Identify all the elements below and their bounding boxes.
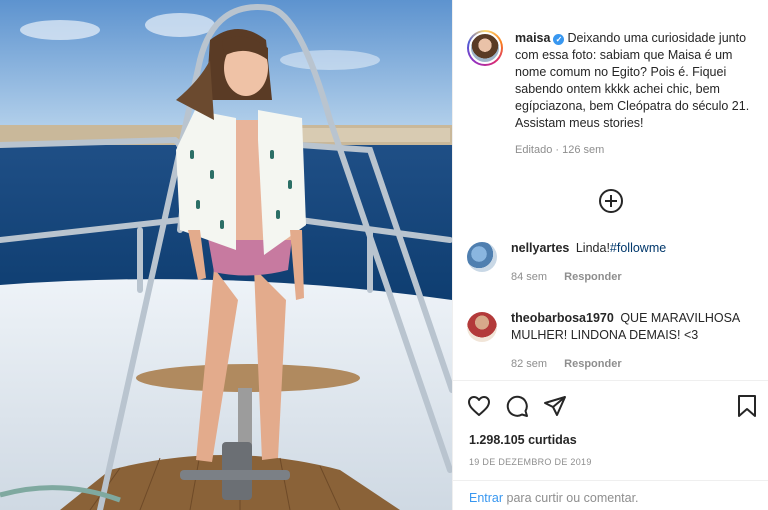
load-more-comments-button[interactable] [599,189,623,213]
like-heart-icon[interactable] [467,394,491,418]
comment-avatar[interactable] [467,312,497,342]
save-bookmark-icon[interactable] [735,394,759,418]
login-link[interactable]: Entrar [469,491,503,505]
divider [453,480,768,481]
login-prompt-text: para curtir ou comentar. [503,491,639,505]
caption-text: Deixando uma curiosidade junto com essa … [515,31,750,130]
reply-button[interactable]: Responder [564,358,621,370]
comment-actions: 84 sem Responder [511,269,666,286]
post-date: 19 DE DEZEMBRO DE 2019 [469,457,592,467]
post-side-panel: maisa ✓ Deixando uma curiosidade junto com… [452,0,768,510]
verified-badge-icon: ✓ [553,34,565,45]
comment-text: nellyartes Linda!#followme [511,240,666,257]
plus-icon [605,195,617,207]
comment-item: theobarbosa1970 QUE MARAVILHOSA MULHER! … [467,310,759,373]
comment-text: theobarbosa1970 QUE MARAVILHOSA MULHER! … [511,310,751,344]
comment-time: 84 sem [511,271,548,283]
login-prompt: Entrar para curtir ou comentar. [469,491,639,505]
comment-actions: 82 sem Responder [511,356,751,373]
comment-body: Linda! [575,241,610,255]
caption-text-block: maisa ✓ Deixando uma curiosidade junto com… [515,30,759,159]
post-caption: maisa ✓ Deixando uma curiosidade junto com… [467,30,759,159]
avatar[interactable] [467,30,503,66]
comment-time: 82 sem [511,358,548,370]
reply-button[interactable]: Responder [564,271,621,283]
boat-photo-illustration [0,0,452,510]
comment-bubble-icon[interactable] [505,394,529,418]
comment-hashtag[interactable]: #followme [610,241,666,255]
likes-count[interactable]: 1.298.105 curtidas [469,433,577,447]
post-photo[interactable] [0,0,452,510]
comment-item: nellyartes Linda!#followme 84 sem Respon… [467,240,759,286]
post-actions-bar [467,394,759,418]
comment-username[interactable]: theobarbosa1970 [511,311,614,325]
edited-timestamp: Editado · 126 sem [515,144,605,156]
divider [453,380,768,381]
comment-avatar[interactable] [467,242,497,272]
post-username[interactable]: maisa [515,31,550,45]
share-send-icon[interactable] [543,394,567,418]
comment-username[interactable]: nellyartes [511,241,569,255]
